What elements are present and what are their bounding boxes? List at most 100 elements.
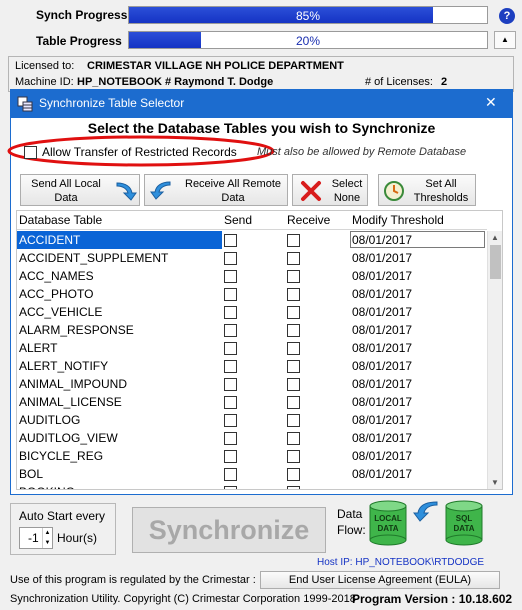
table-name-cell: ACC_PHOTO — [19, 287, 94, 301]
license-info-panel: Licensed to: CRIMESTAR VILLAGE NH POLICE… — [8, 56, 514, 92]
receive-all-remote-button[interactable]: Receive All Remote Data — [144, 174, 288, 206]
column-header-receive: Receive — [287, 213, 331, 227]
vertical-scrollbar[interactable]: ▲ ▼ — [487, 231, 502, 489]
receive-checkbox[interactable] — [287, 396, 300, 409]
table-row[interactable]: ACC_NAMES 08/01/2017 — [17, 267, 487, 285]
allow-restricted-checkbox[interactable] — [24, 146, 37, 159]
auto-start-spinner[interactable]: -1 ▲ ▼ — [19, 527, 53, 549]
threshold-date-cell[interactable]: 08/01/2017 — [352, 303, 412, 321]
threshold-date-cell[interactable]: 08/01/2017 — [352, 267, 412, 285]
receive-checkbox[interactable] — [287, 450, 300, 463]
send-checkbox[interactable] — [224, 306, 237, 319]
select-none-button[interactable]: Select None — [292, 174, 368, 206]
threshold-date-cell[interactable]: 08/01/2017 — [352, 393, 412, 411]
table-row[interactable]: BOOKING — [17, 483, 487, 489]
receive-checkbox[interactable] — [287, 414, 300, 427]
set-all-thresholds-button[interactable]: Set All Thresholds — [378, 174, 476, 206]
sql-data-icon: SQL DATA — [444, 500, 484, 546]
send-checkbox[interactable] — [224, 252, 237, 265]
receive-checkbox[interactable] — [287, 342, 300, 355]
table-row[interactable]: ANIMAL_IMPOUND 08/01/2017 — [17, 375, 487, 393]
table-progress-text: 20% — [295, 34, 321, 48]
table-row[interactable]: ANIMAL_LICENSE 08/01/2017 — [17, 393, 487, 411]
table-name-cell: BOOKING — [17, 483, 222, 489]
send-checkbox[interactable] — [224, 468, 237, 481]
eula-button[interactable]: End User License Agreement (EULA) — [260, 571, 500, 589]
receive-checkbox[interactable] — [287, 270, 300, 283]
table-row[interactable]: ACCIDENT_SUPPLEMENT 08/01/2017 — [17, 249, 487, 267]
licensed-to-label: Licensed to: — [15, 60, 75, 72]
table-row[interactable]: ALARM_RESPONSE 08/01/2017 — [17, 321, 487, 339]
table-name-cell: ANIMAL_LICENSE — [19, 395, 122, 409]
receive-checkbox[interactable] — [287, 252, 300, 265]
receive-checkbox[interactable] — [287, 324, 300, 337]
send-checkbox[interactable] — [224, 288, 237, 301]
column-header-threshold: Modify Threshold — [352, 213, 444, 227]
scrollbar-thumb[interactable] — [490, 245, 501, 279]
send-checkbox[interactable] — [224, 396, 237, 409]
licensed-to-value: CRIMESTAR VILLAGE NH POLICE DEPARTMENT — [87, 60, 344, 72]
threshold-date-cell[interactable]: 08/01/2017 — [352, 321, 412, 339]
threshold-date-cell[interactable]: 08/01/2017 — [352, 375, 412, 393]
select-none-line2: None — [333, 192, 361, 204]
threshold-date-cell[interactable]: 08/01/2017 — [352, 411, 412, 429]
threshold-date-cell[interactable]: 08/01/2017 — [352, 429, 412, 447]
synch-progress-bar: 85% — [128, 6, 488, 24]
table-name-cell: ACCIDENT — [17, 231, 222, 249]
table-row[interactable]: ACC_PHOTO 08/01/2017 — [17, 285, 487, 303]
table-row[interactable]: ACCIDENT 08/01/2017 — [17, 231, 487, 249]
close-icon[interactable]: ✕ — [485, 94, 497, 111]
auto-start-unit: Hour(s) — [57, 531, 98, 545]
send-checkbox[interactable] — [224, 414, 237, 427]
send-checkbox[interactable] — [224, 324, 237, 337]
threshold-date-cell[interactable]: 08/01/2017 — [352, 447, 412, 465]
table-row[interactable]: AUDITLOG 08/01/2017 — [17, 411, 487, 429]
receive-checkbox[interactable] — [287, 306, 300, 319]
licenses-label: # of Licenses: — [365, 76, 433, 88]
threshold-date-cell[interactable]: 08/01/2017 — [352, 465, 412, 483]
table-name-cell: ACCIDENT_SUPPLEMENT — [19, 251, 169, 265]
allow-restricted-label: Allow Transfer of Restricted Records — [42, 145, 237, 159]
table-progress-label: Table Progress — [36, 34, 122, 48]
send-checkbox[interactable] — [224, 486, 237, 489]
send-all-line1: Send All Local — [31, 178, 101, 190]
table-name-cell: ACC_VEHICLE — [19, 305, 103, 319]
send-checkbox[interactable] — [224, 450, 237, 463]
receive-checkbox[interactable] — [287, 486, 300, 489]
send-checkbox[interactable] — [224, 360, 237, 373]
threshold-date-cell[interactable]: 08/01/2017 — [352, 249, 412, 267]
receive-checkbox[interactable] — [287, 378, 300, 391]
table-row[interactable]: BICYCLE_REG 08/01/2017 — [17, 447, 487, 465]
help-icon[interactable]: ? — [499, 8, 515, 24]
table-name-cell: ALERT_NOTIFY — [19, 359, 109, 373]
threshold-date-cell[interactable]: 08/01/2017 — [352, 339, 412, 357]
threshold-date-cell[interactable]: 08/01/2017 — [352, 357, 412, 375]
thresholds-line1: Set All — [425, 178, 457, 190]
receive-checkbox[interactable] — [287, 432, 300, 445]
receive-checkbox[interactable] — [287, 288, 300, 301]
table-row[interactable]: BOL 08/01/2017 — [17, 465, 487, 483]
receive-checkbox[interactable] — [287, 360, 300, 373]
table-row[interactable]: ALERT 08/01/2017 — [17, 339, 487, 357]
receive-checkbox[interactable] — [287, 468, 300, 481]
threshold-date-cell[interactable]: 08/01/2017 — [352, 285, 412, 303]
local-data-icon: LOCAL DATA — [368, 500, 408, 546]
dialog-titlebar: Synchronize Table Selector ✕ — [11, 90, 512, 118]
send-checkbox[interactable] — [224, 378, 237, 391]
synchronize-button[interactable]: Synchronize — [132, 507, 326, 553]
send-checkbox[interactable] — [224, 270, 237, 283]
collapse-arrow-icon[interactable]: ▲ — [494, 31, 516, 49]
table-name-cell: BICYCLE_REG — [19, 449, 104, 463]
send-all-local-button[interactable]: Send All Local Data — [20, 174, 140, 206]
host-ip: Host IP: HP_NOTEBOOK\RTDODGE — [317, 557, 485, 568]
table-name-cell: ALARM_RESPONSE — [19, 323, 134, 337]
table-row[interactable]: AUDITLOG_VIEW 08/01/2017 — [17, 429, 487, 447]
receive-checkbox[interactable] — [287, 234, 300, 247]
table-row[interactable]: ALERT_NOTIFY 08/01/2017 — [17, 357, 487, 375]
machine-id-label: Machine ID: — [15, 76, 74, 88]
send-checkbox[interactable] — [224, 432, 237, 445]
send-checkbox[interactable] — [224, 342, 237, 355]
sql-data-line2: DATA — [453, 524, 475, 533]
send-checkbox[interactable] — [224, 234, 237, 247]
table-row[interactable]: ACC_VEHICLE 08/01/2017 — [17, 303, 487, 321]
